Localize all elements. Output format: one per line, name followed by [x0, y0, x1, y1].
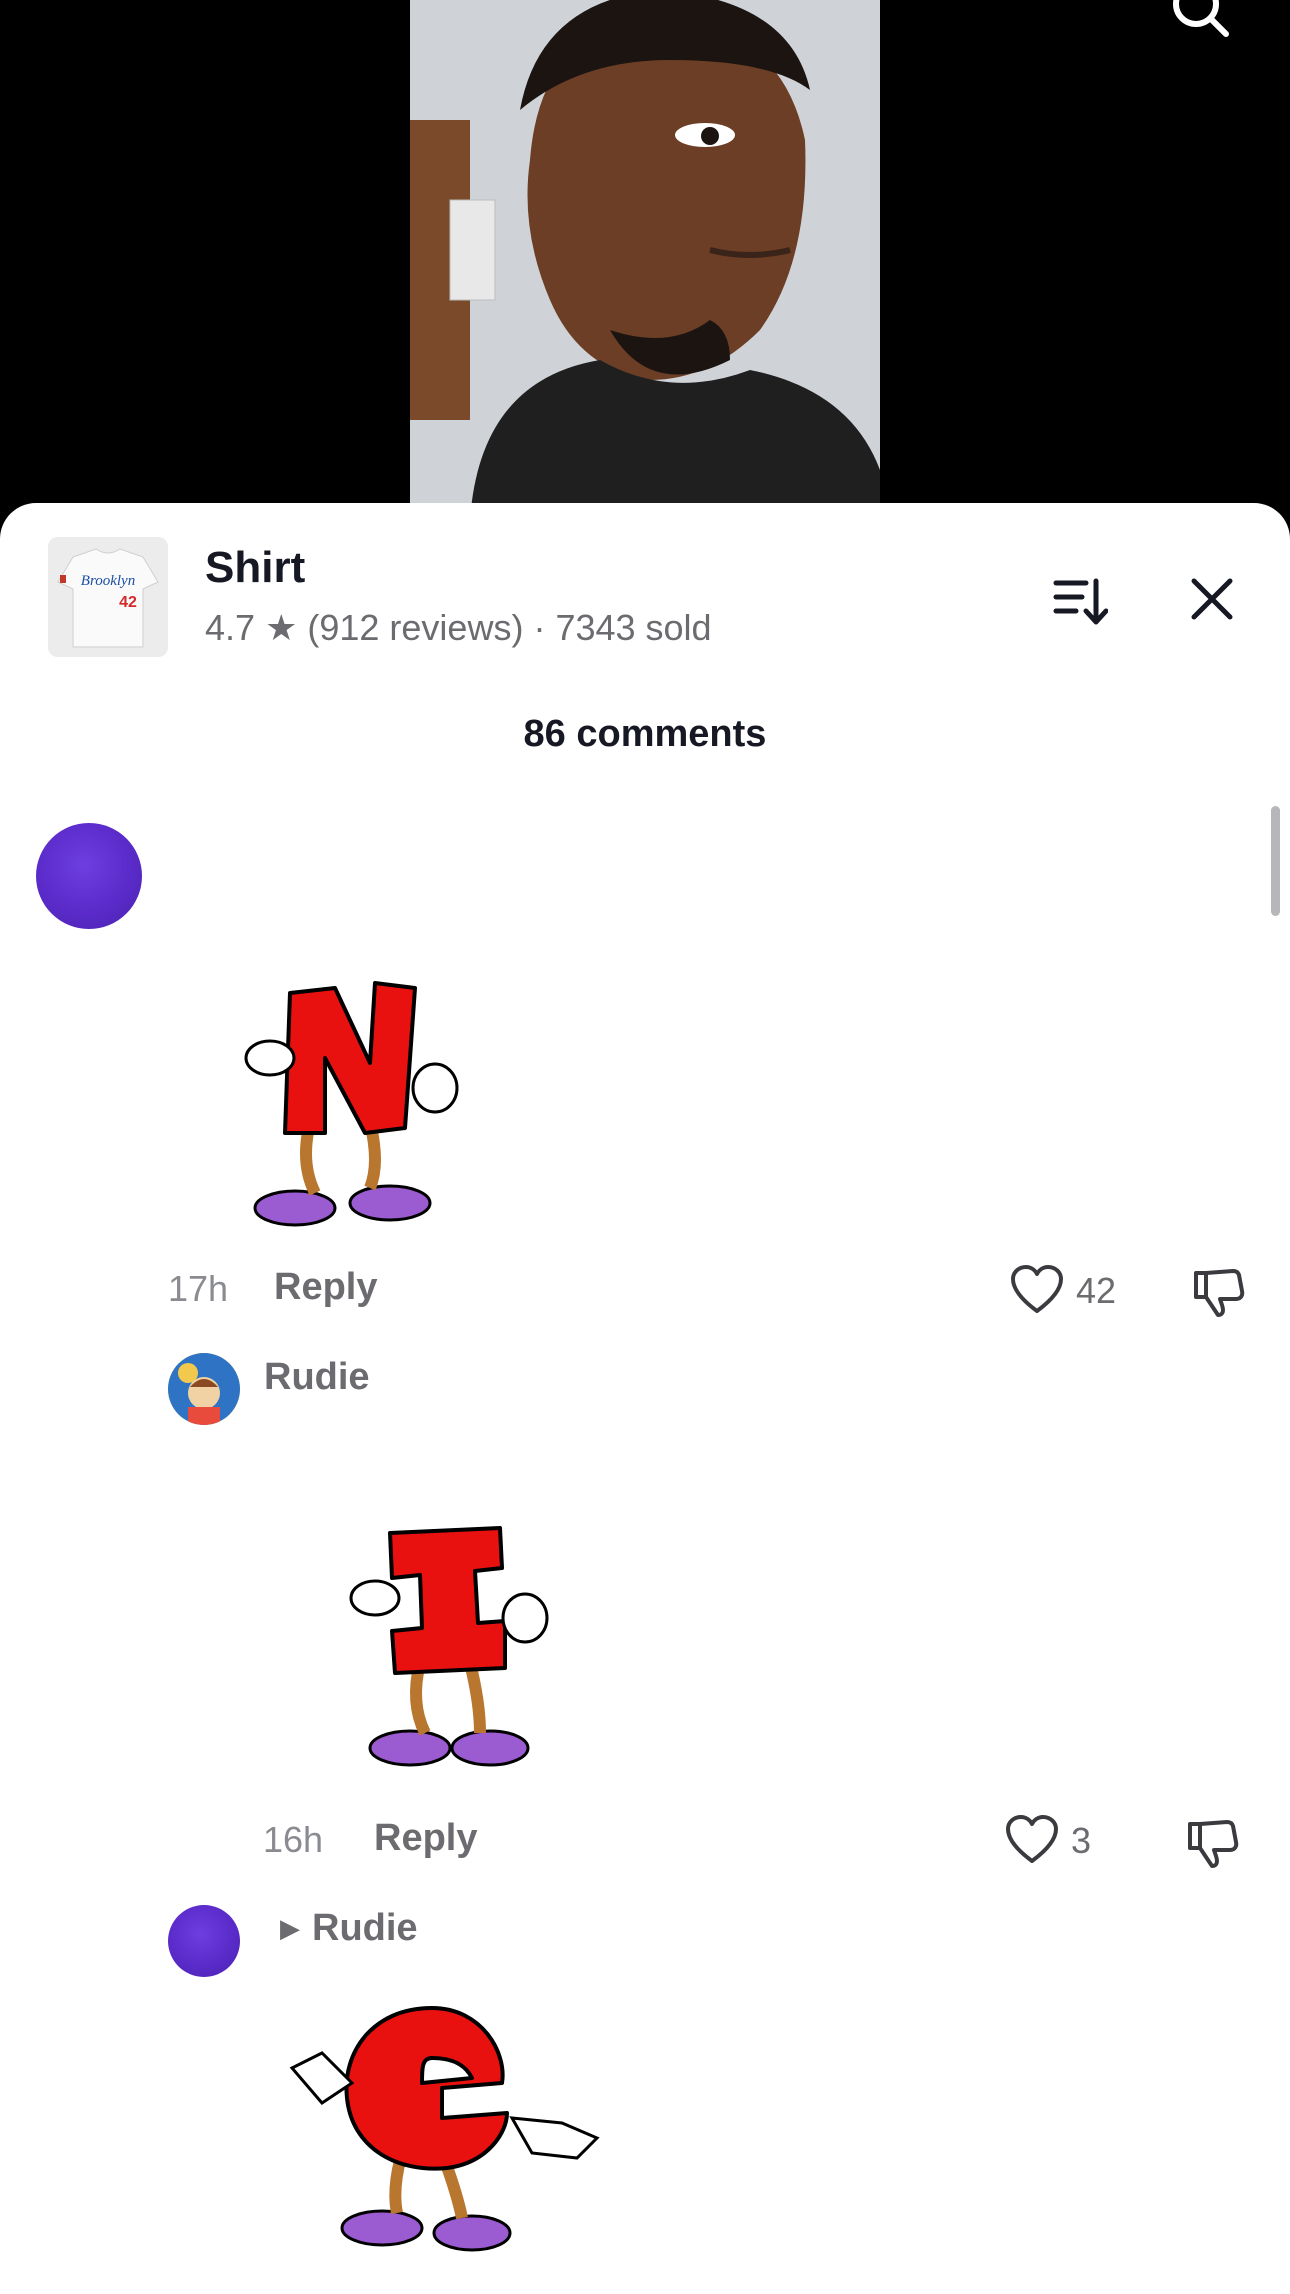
sticker-letter-i[interactable]: I: [330, 1523, 560, 1783]
like-button[interactable]: 42: [1010, 1263, 1130, 1319]
product-card[interactable]: Brooklyn 42 Shirt 4.7 ★ (912 reviews) · …: [0, 503, 1290, 657]
heart-icon: [1006, 1815, 1058, 1863]
rating-value: 4.7: [205, 607, 256, 648]
reply-to-username[interactable]: Rudie: [312, 1907, 418, 1950]
avatar[interactable]: [36, 823, 142, 929]
comments-sheet: Brooklyn 42 Shirt 4.7 ★ (912 reviews) · …: [0, 503, 1290, 2294]
svg-text:42: 42: [119, 594, 137, 611]
close-icon[interactable]: [1186, 573, 1238, 625]
svg-text:Brooklyn: Brooklyn: [81, 573, 135, 589]
search-icon[interactable]: [1170, 0, 1230, 38]
caret-right-icon: ▶: [280, 1913, 300, 1943]
comment-username[interactable]: Rudie: [264, 1356, 370, 1399]
product-thumbnail[interactable]: Brooklyn 42: [48, 537, 168, 657]
video-frame: [410, 0, 880, 520]
avatar[interactable]: [168, 1353, 240, 1425]
like-count: 42: [1076, 1270, 1117, 1311]
comment-time: 16h: [263, 1819, 324, 1860]
sold-count: · 7343 sold: [533, 607, 712, 648]
thumbs-down-icon[interactable]: [1184, 1814, 1240, 1870]
sticker-letter-n[interactable]: N: [240, 973, 470, 1233]
reply-button[interactable]: Reply: [274, 1266, 377, 1309]
product-title[interactable]: Shirt: [205, 543, 305, 593]
review-count: (912 reviews): [307, 607, 524, 648]
like-count: 3: [1071, 1820, 1092, 1861]
video-player[interactable]: [0, 0, 1290, 520]
scrollbar[interactable]: [1271, 806, 1280, 916]
sort-icon[interactable]: [1052, 573, 1109, 629]
reply-button[interactable]: Reply: [374, 1817, 477, 1860]
product-rating-meta: 4.7 ★ (912 reviews) · 7343 sold: [205, 607, 712, 649]
star-icon: ★: [265, 607, 298, 648]
sticker-letter-g[interactable]: G: [282, 2003, 612, 2263]
avatar[interactable]: [168, 1905, 240, 1977]
thumbs-down-icon[interactable]: [1190, 1263, 1246, 1319]
like-button[interactable]: 3: [1005, 1813, 1125, 1869]
comments-count-header: 86 comments: [523, 713, 767, 755]
heart-icon: [1011, 1265, 1063, 1313]
video-person-image: [410, 0, 880, 520]
comment-time: 17h: [168, 1268, 229, 1309]
